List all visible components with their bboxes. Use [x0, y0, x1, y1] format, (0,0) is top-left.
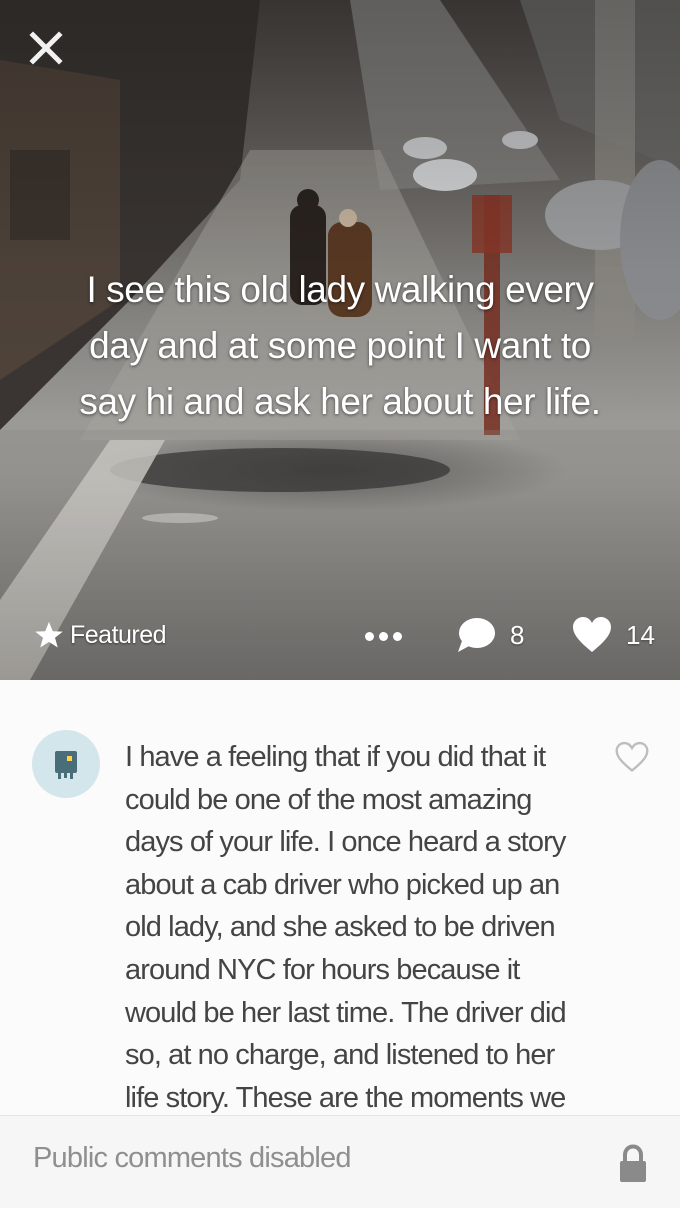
avatar [32, 730, 100, 798]
comment-text: I have a feeling that if you did that it… [125, 741, 567, 1114]
heart-outline-icon [615, 741, 649, 773]
secret-text: I see this old lady walking every day an… [79, 269, 601, 422]
more-dots-icon [364, 631, 374, 641]
monster-avatar-icon [55, 751, 77, 779]
like-button[interactable]: 14 [572, 613, 655, 657]
comment-count: 8 [510, 619, 525, 650]
star-icon [35, 621, 63, 648]
featured-label: Featured [70, 620, 167, 649]
comments-status: Public comments disabled [33, 1142, 351, 1174]
secret-card[interactable]: I see this old lady walking every day an… [0, 0, 680, 680]
close-icon [29, 31, 63, 65]
heart-icon [573, 617, 611, 652]
more-button[interactable] [360, 622, 406, 650]
close-button[interactable] [26, 28, 66, 68]
like-count: 14 [626, 619, 655, 650]
comment-like-button[interactable] [614, 740, 650, 776]
speech-bubble-icon [458, 618, 495, 652]
comments-button[interactable]: 8 [456, 613, 524, 657]
featured-badge: Featured [34, 615, 167, 655]
lock-icon [618, 1144, 648, 1184]
